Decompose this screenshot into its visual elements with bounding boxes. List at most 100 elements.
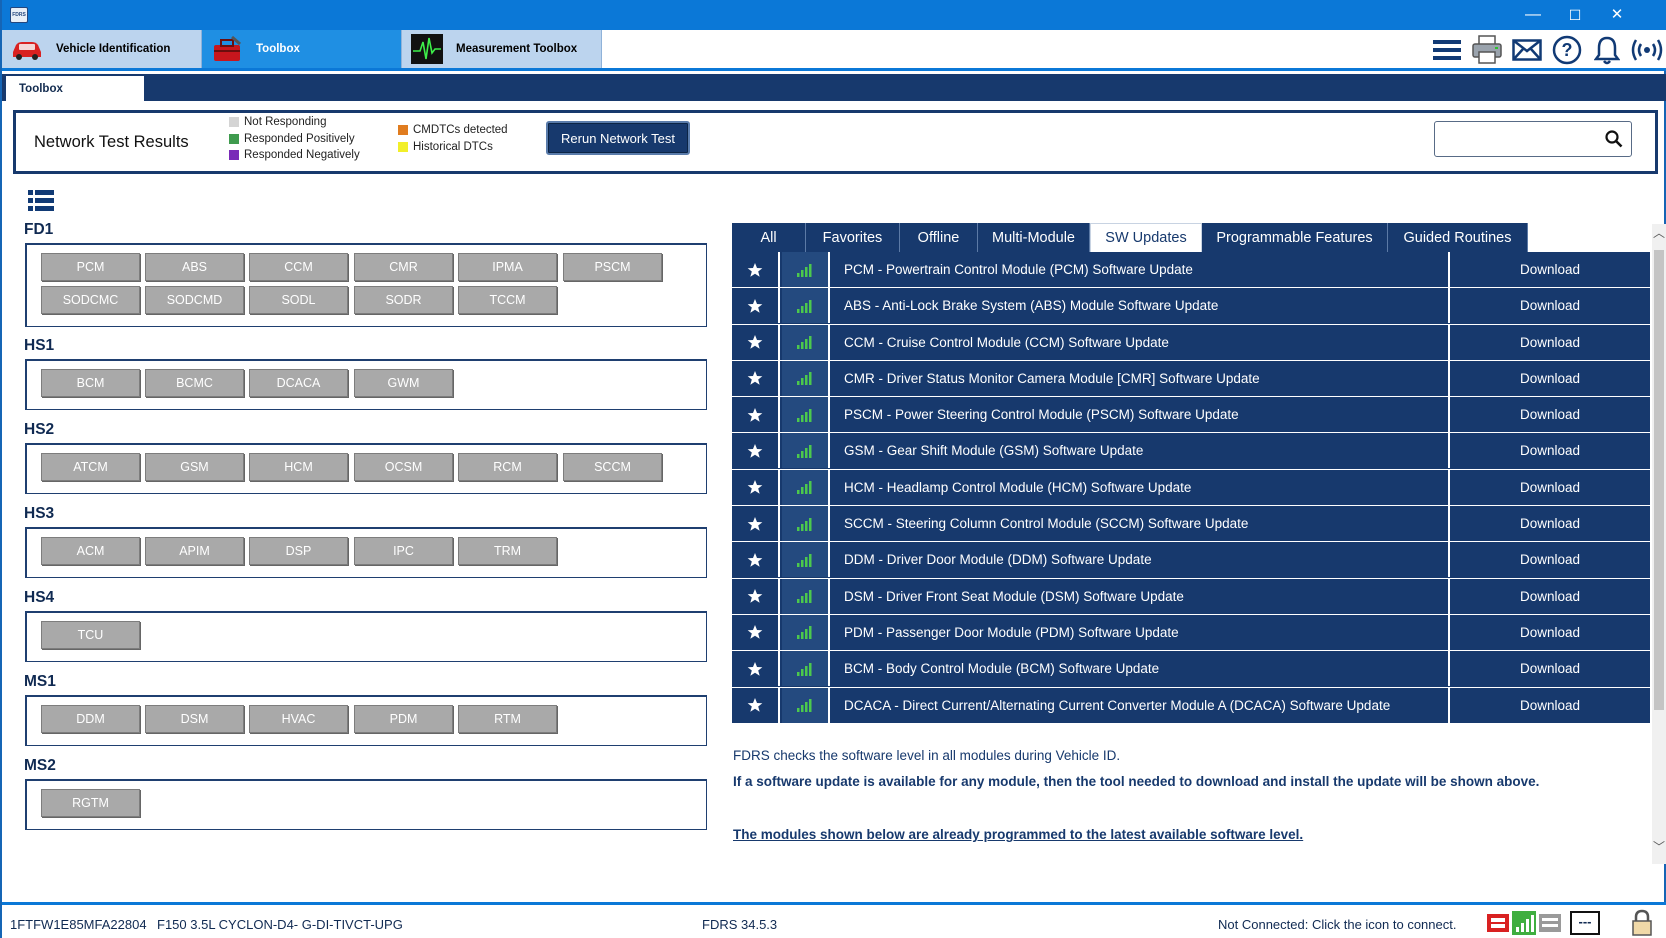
- tab-offline[interactable]: Offline: [900, 223, 978, 252]
- update-description[interactable]: PSCM - Power Steering Control Module (PS…: [844, 397, 1239, 432]
- update-description[interactable]: BCM - Body Control Module (BCM) Software…: [844, 651, 1159, 686]
- module-button-bcmc[interactable]: BCMC: [145, 369, 244, 397]
- download-button[interactable]: Download: [1450, 542, 1650, 577]
- favorite-star-icon[interactable]: [732, 469, 780, 505]
- module-button-gwm[interactable]: GWM: [354, 369, 453, 397]
- module-button-sodl[interactable]: SODL: [249, 286, 348, 314]
- module-button-sodcmd[interactable]: SODCMD: [145, 286, 244, 314]
- module-button-gsm[interactable]: GSM: [145, 453, 244, 481]
- download-button[interactable]: Download: [1450, 470, 1650, 505]
- lock-icon[interactable]: [1630, 909, 1654, 936]
- download-button[interactable]: Download: [1450, 252, 1650, 287]
- module-button-pscm[interactable]: PSCM: [563, 253, 662, 281]
- module-button-dsp[interactable]: DSP: [249, 537, 348, 565]
- scroll-down-icon[interactable]: ﹀: [1652, 838, 1666, 856]
- module-button-dcaca[interactable]: DCACA: [249, 369, 348, 397]
- update-description[interactable]: DDM - Driver Door Module (DDM) Software …: [844, 542, 1152, 577]
- tab-favorites[interactable]: Favorites: [806, 223, 900, 252]
- tab-guided-routines[interactable]: Guided Routines: [1388, 223, 1528, 252]
- module-button-tccm[interactable]: TCCM: [458, 286, 557, 314]
- module-button-tcu[interactable]: TCU: [41, 621, 140, 649]
- favorite-star-icon[interactable]: [732, 542, 780, 578]
- module-button-sccm[interactable]: SCCM: [563, 453, 662, 481]
- download-button[interactable]: Download: [1450, 361, 1650, 396]
- module-button-sodr[interactable]: SODR: [354, 286, 453, 314]
- favorite-star-icon[interactable]: [732, 687, 780, 723]
- search-icon[interactable]: [1605, 130, 1623, 151]
- module-button-abs[interactable]: ABS: [145, 253, 244, 281]
- module-button-atcm[interactable]: ATCM: [41, 453, 140, 481]
- favorite-star-icon[interactable]: [732, 614, 780, 650]
- module-button-trm[interactable]: TRM: [458, 537, 557, 565]
- printer-icon[interactable]: [1470, 33, 1504, 67]
- download-button[interactable]: Download: [1450, 325, 1650, 360]
- search-input[interactable]: [1441, 128, 1601, 150]
- module-button-pdm[interactable]: PDM: [354, 705, 453, 733]
- vertical-scrollbar[interactable]: ︿ ﹀: [1652, 224, 1666, 864]
- favorite-star-icon[interactable]: [732, 578, 780, 614]
- module-button-hvac[interactable]: HVAC: [249, 705, 348, 733]
- favorite-star-icon[interactable]: [732, 506, 780, 542]
- module-button-ipma[interactable]: IPMA: [458, 253, 557, 281]
- tab-measurement-toolbox[interactable]: Measurement Toolbox: [402, 30, 602, 68]
- favorite-star-icon[interactable]: [732, 252, 780, 287]
- update-description[interactable]: ABS - Anti-Lock Brake System (ABS) Modul…: [844, 288, 1218, 323]
- favorite-star-icon[interactable]: [732, 651, 780, 687]
- download-button[interactable]: Download: [1450, 688, 1650, 723]
- module-button-sodcmc[interactable]: SODCMC: [41, 286, 140, 314]
- maximize-button[interactable]: ☐: [1552, 0, 1598, 30]
- update-description[interactable]: CMR - Driver Status Monitor Camera Modul…: [844, 361, 1260, 396]
- mail-icon[interactable]: [1510, 33, 1544, 67]
- module-button-apim[interactable]: APIM: [145, 537, 244, 565]
- module-button-dsm[interactable]: DSM: [145, 705, 244, 733]
- bell-icon[interactable]: [1590, 33, 1624, 67]
- favorite-star-icon[interactable]: [732, 397, 780, 433]
- update-description[interactable]: SCCM - Steering Column Control Module (S…: [844, 506, 1248, 541]
- favorite-star-icon[interactable]: [732, 324, 780, 360]
- rerun-network-test-button[interactable]: Rerun Network Test: [546, 121, 690, 155]
- tab-programmable-features[interactable]: Programmable Features: [1202, 223, 1388, 252]
- device-icon[interactable]: [1538, 911, 1562, 935]
- minimize-button[interactable]: —: [1510, 0, 1556, 30]
- tab-all[interactable]: All: [732, 223, 806, 252]
- module-button-ccm[interactable]: CCM: [249, 253, 348, 281]
- vci-disconnected-icon[interactable]: [1486, 911, 1510, 935]
- help-icon[interactable]: ?: [1550, 33, 1584, 67]
- module-button-cmr[interactable]: CMR: [354, 253, 453, 281]
- tab-vehicle-identification[interactable]: Vehicle Identification: [2, 30, 202, 68]
- wireless-icon[interactable]: [1630, 33, 1664, 67]
- module-button-ipc[interactable]: IPC: [354, 537, 453, 565]
- latest-software-link[interactable]: The modules shown below are already prog…: [733, 827, 1303, 842]
- module-button-bcm[interactable]: BCM: [41, 369, 140, 397]
- module-button-rgtm[interactable]: RGTM: [41, 789, 140, 817]
- module-button-pcm[interactable]: PCM: [41, 253, 140, 281]
- update-description[interactable]: DSM - Driver Front Seat Module (DSM) Sof…: [844, 579, 1184, 614]
- connection-mode-indicator[interactable]: ---: [1570, 911, 1600, 935]
- download-button[interactable]: Download: [1450, 651, 1650, 686]
- module-button-rcm[interactable]: RCM: [458, 453, 557, 481]
- update-description[interactable]: PDM - Passenger Door Module (PDM) Softwa…: [844, 615, 1179, 650]
- download-button[interactable]: Download: [1450, 397, 1650, 432]
- tab-toolbox[interactable]: Toolbox: [202, 30, 402, 68]
- favorite-star-icon[interactable]: [732, 433, 780, 469]
- module-button-ddm[interactable]: DDM: [41, 705, 140, 733]
- list-view-icon[interactable]: [28, 190, 54, 215]
- update-description[interactable]: DCACA - Direct Current/Alternating Curre…: [844, 688, 1390, 723]
- signal-strength-icon[interactable]: [1512, 911, 1536, 935]
- scroll-up-icon[interactable]: ︿: [1652, 224, 1666, 242]
- close-button[interactable]: ✕: [1594, 0, 1640, 30]
- menu-icon[interactable]: [1430, 33, 1464, 67]
- favorite-star-icon[interactable]: [732, 288, 780, 324]
- subtab-toolbox[interactable]: Toolbox: [6, 76, 144, 101]
- tab-sw-updates[interactable]: SW Updates: [1090, 223, 1202, 252]
- update-description[interactable]: PCM - Powertrain Control Module (PCM) So…: [844, 252, 1193, 287]
- update-description[interactable]: CCM - Cruise Control Module (CCM) Softwa…: [844, 325, 1169, 360]
- favorite-star-icon[interactable]: [732, 360, 780, 396]
- download-button[interactable]: Download: [1450, 433, 1650, 468]
- update-description[interactable]: GSM - Gear Shift Module (GSM) Software U…: [844, 433, 1143, 468]
- download-button[interactable]: Download: [1450, 288, 1650, 323]
- tab-multi-module[interactable]: Multi-Module: [978, 223, 1090, 252]
- update-description[interactable]: HCM - Headlamp Control Module (HCM) Soft…: [844, 470, 1191, 505]
- download-button[interactable]: Download: [1450, 506, 1650, 541]
- module-button-rtm[interactable]: RTM: [458, 705, 557, 733]
